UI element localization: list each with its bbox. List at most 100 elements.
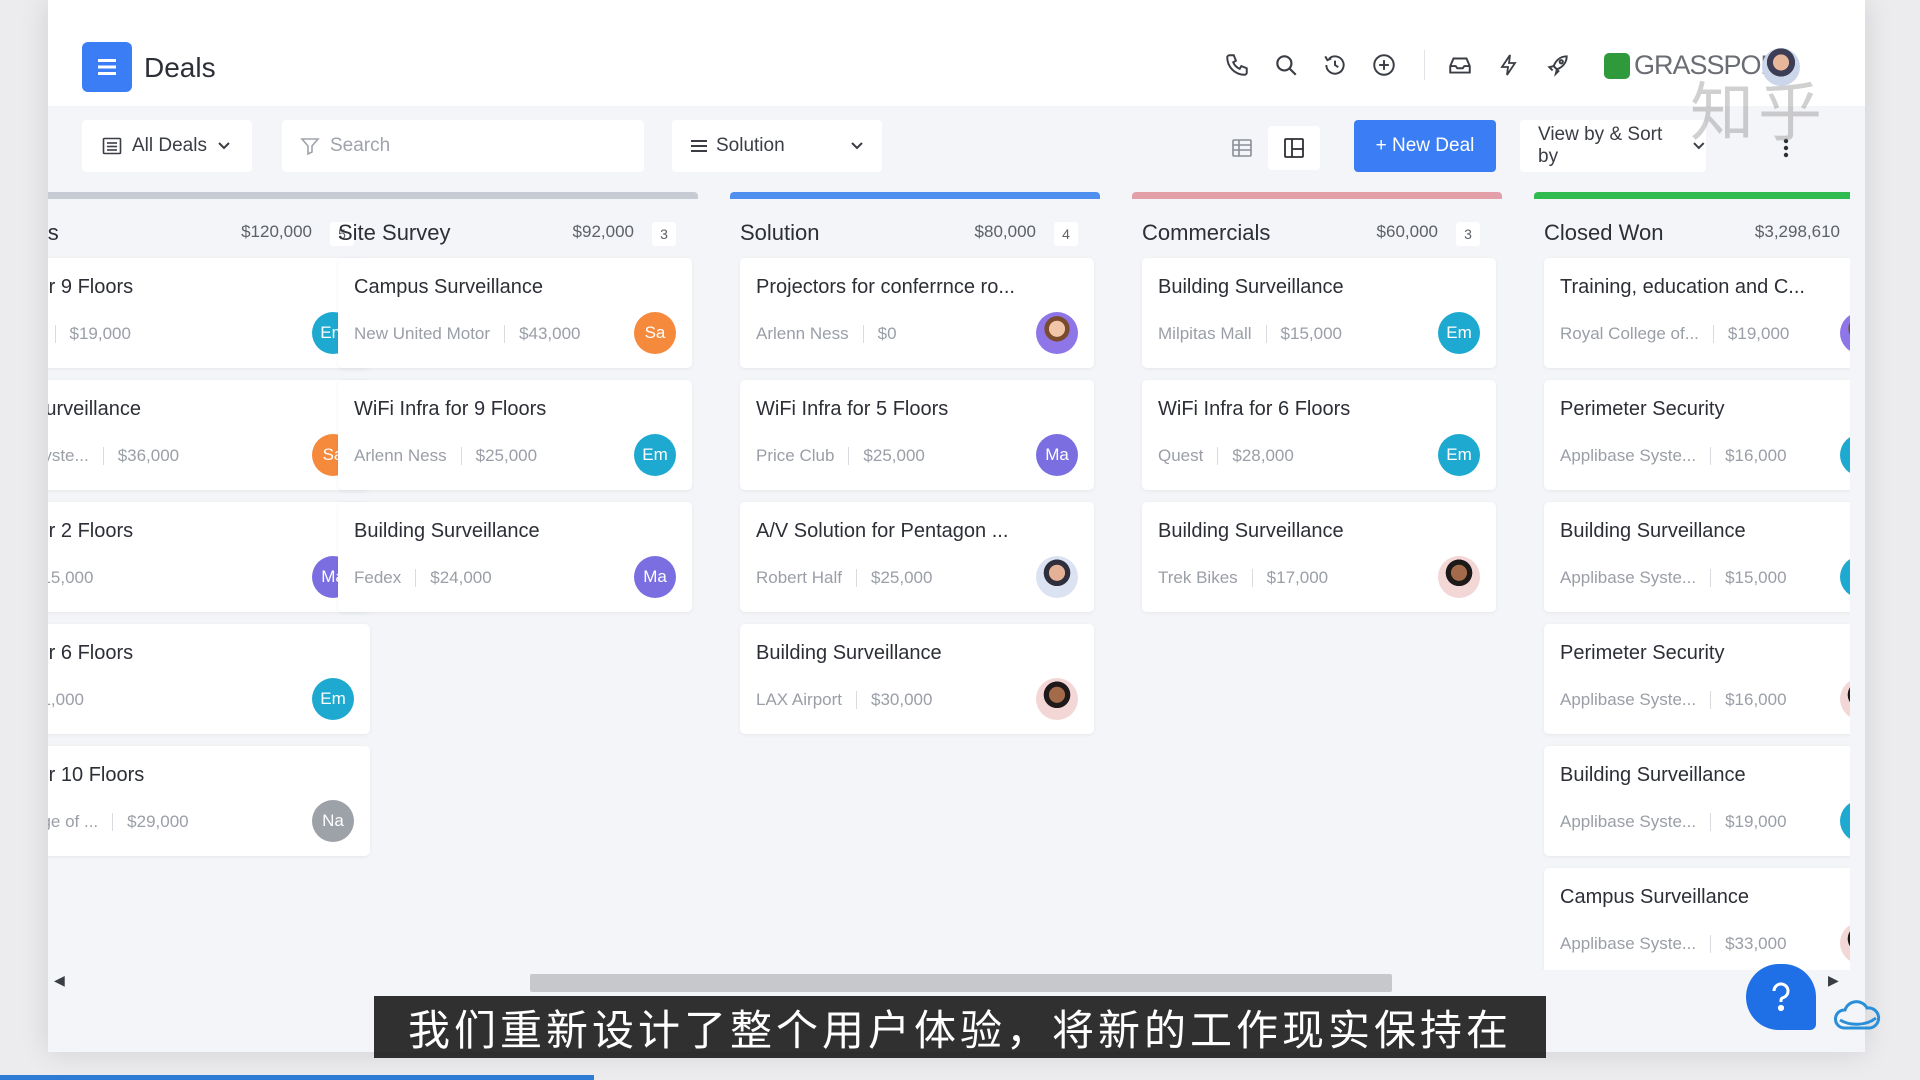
kanban-icon	[1284, 138, 1304, 158]
owner-avatar[interactable]: Ma	[1036, 434, 1078, 476]
deal-card[interactable]: Building Surveillance Applibase Syste... $…	[1544, 502, 1850, 612]
phone-icon[interactable]	[1220, 48, 1254, 82]
divider	[1424, 50, 1425, 80]
deal-title: Building Surveillance	[1158, 276, 1344, 298]
lightning-icon[interactable]	[1492, 48, 1526, 82]
search-input[interactable]: Search	[282, 120, 644, 172]
deal-company: Applibase Syste...	[1560, 934, 1697, 953]
deal-card[interactable]: Building Surveillance Milpitas Mall $15,00…	[1142, 258, 1496, 368]
scroll-right-arrow[interactable]: ▶	[1828, 972, 1839, 989]
deal-company: Arlenn Ness	[756, 324, 849, 343]
scroll-left-arrow[interactable]: ◀	[54, 972, 65, 989]
owner-avatar[interactable]: Em	[634, 434, 676, 476]
new-deal-button[interactable]: + New Deal	[1354, 120, 1496, 172]
search-icon[interactable]	[1269, 48, 1303, 82]
top-icons	[1220, 48, 1590, 82]
column-total: $80,000	[974, 222, 1036, 241]
deal-meta: Royal College of... $19,000	[1560, 324, 1789, 344]
deal-card[interactable]: Campus Surveillance New United Motor $43,0…	[338, 258, 692, 368]
video-progress-bar[interactable]	[0, 1075, 594, 1080]
view-sort-dropdown[interactable]: View by & Sort by	[1520, 120, 1706, 172]
deal-title: Campus Surveillance	[1560, 886, 1749, 908]
deal-meta: Trek Bikes $17,000	[1158, 568, 1328, 588]
view-filter-dropdown[interactable]: All Deals	[82, 120, 252, 172]
deal-card[interactable]: Perimeter Security Applibase Syste... $16,…	[1544, 380, 1850, 490]
pipeline-dropdown[interactable]: Solution	[672, 120, 882, 172]
deal-title: Campus Surveillance	[354, 276, 543, 298]
deal-title: Building Surveillance	[756, 642, 942, 664]
owner-avatar[interactable]	[1840, 922, 1850, 964]
deal-card[interactable]: A/V Solution for Pentagon ... Robert Half…	[740, 502, 1094, 612]
view-sort-label: View by & Sort by	[1538, 124, 1663, 167]
divider	[1710, 569, 1712, 587]
deal-title: WiFi Infra for 5 Floors	[756, 398, 949, 420]
deal-amount: $25,000	[863, 446, 925, 465]
deal-card[interactable]: for 10 Floorsege of ...$29,000Na	[48, 746, 370, 856]
deal-amount: $15,000	[1725, 568, 1787, 587]
rocket-icon[interactable]	[1541, 48, 1575, 82]
owner-avatar[interactable]: E	[1840, 434, 1850, 476]
deal-meta: s$19,000	[48, 324, 131, 344]
column-header: Closed Won $3,298,610	[1534, 218, 1850, 254]
deal-card[interactable]: WiFi Infra for 6 Floors Quest $28,000 Em	[1142, 380, 1496, 490]
deal-card[interactable]: WiFi Infra for 9 Floors Arlenn Ness $25,00…	[338, 380, 692, 490]
divider	[1712, 325, 1714, 343]
deal-card[interactable]: Perimeter Security Applibase Syste... $16,…	[1544, 624, 1850, 734]
owner-avatar[interactable]	[1036, 678, 1078, 720]
owner-avatar[interactable]	[1036, 556, 1078, 598]
owner-avatar[interactable]: E	[1840, 800, 1850, 842]
history-icon[interactable]	[1318, 48, 1352, 82]
deal-card[interactable]: Projectors for conferrnce ro... Arlenn Ne…	[740, 258, 1094, 368]
deal-card[interactable]: Campus Surveillance Applibase Syste... $33…	[1544, 868, 1850, 970]
deal-meta: Applibase Syste... $16,000	[1560, 446, 1787, 466]
deal-meta: Quest $28,000	[1158, 446, 1294, 466]
deal-card[interactable]: for 6 Floors21,000Em	[48, 624, 370, 734]
deal-card[interactable]: Building Surveillance Fedex $24,000 Ma	[338, 502, 692, 612]
owner-avatar[interactable]	[1438, 556, 1480, 598]
owner-avatar[interactable]: Sa	[634, 312, 676, 354]
owner-avatar[interactable]: E	[1840, 556, 1850, 598]
deal-card[interactable]: Building Surveillance Trek Bikes $17,000	[1142, 502, 1496, 612]
horizontal-scrollbar[interactable]	[530, 974, 1392, 992]
pipeline-column: Closed Won $3,298,610 Training, education …	[1534, 190, 1850, 970]
menu-button[interactable]	[82, 42, 132, 92]
deal-card[interactable]: Building Surveillance LAX Airport $30,000	[740, 624, 1094, 734]
inbox-icon[interactable]	[1443, 48, 1477, 82]
owner-avatar[interactable]	[1036, 312, 1078, 354]
deal-amount: $15,000	[1280, 324, 1342, 343]
owner-avatar[interactable]	[1840, 678, 1850, 720]
plus-circle-icon[interactable]	[1367, 48, 1401, 82]
deal-card[interactable]: Training, education and C... Royal Colleg…	[1544, 258, 1850, 368]
column-total: $120,000	[241, 222, 312, 241]
brand-mark-icon	[1604, 52, 1630, 79]
deal-title: WiFi Infra for 9 Floors	[354, 398, 547, 420]
owner-avatar[interactable]	[1840, 312, 1850, 354]
deal-title: for 6 Floors	[48, 642, 134, 664]
cloud-icon[interactable]	[1830, 996, 1884, 1041]
deal-card[interactable]: Building Surveillance Applibase Syste... $…	[1544, 746, 1850, 856]
help-button[interactable]	[1746, 964, 1816, 1030]
list-view-button[interactable]	[1216, 126, 1268, 170]
deal-card[interactable]: WiFi Infra for 5 Floors Price Club $25,000…	[740, 380, 1094, 490]
divider	[1710, 447, 1712, 465]
divider	[112, 813, 114, 831]
deal-card[interactable]: SurveillanceSyste...$36,000Sa	[48, 380, 370, 490]
divider	[856, 691, 857, 709]
table-icon	[1232, 139, 1252, 157]
kanban-view-button[interactable]	[1268, 126, 1320, 170]
deal-meta: Robert Half $25,000	[756, 568, 932, 588]
deal-card[interactable]: for 9 Floorss$19,000Em	[48, 258, 370, 368]
filter-icon	[300, 138, 320, 156]
owner-avatar[interactable]: Em	[1438, 434, 1480, 476]
deal-title: Building Surveillance	[1158, 520, 1344, 542]
deal-company: Price Club	[756, 446, 835, 465]
divider	[102, 447, 104, 465]
deal-title: Building Surveillance	[1560, 764, 1746, 786]
owner-avatar[interactable]: Ma	[634, 556, 676, 598]
kanban-board: lysis$120,0005for 9 Floorss$19,000EmSurv…	[48, 190, 1850, 970]
owner-avatar[interactable]: Em	[1438, 312, 1480, 354]
column-name: lysis	[48, 220, 59, 245]
divider	[460, 447, 462, 465]
deal-card[interactable]: for 2 Floors$15,000Ma	[48, 502, 370, 612]
deal-meta: $15,000	[48, 568, 93, 588]
